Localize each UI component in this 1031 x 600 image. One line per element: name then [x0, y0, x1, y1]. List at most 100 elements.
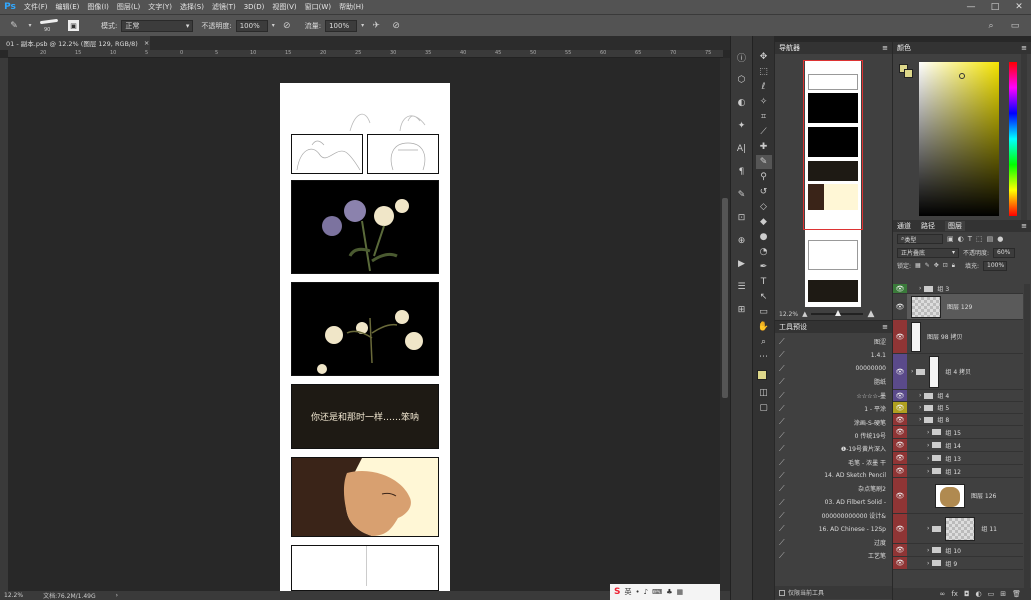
- zoom-in-icon[interactable]: ▲: [867, 309, 874, 319]
- color-title[interactable]: 颜色: [897, 43, 911, 53]
- chevron-right-icon[interactable]: ›: [919, 285, 921, 292]
- navigator-preview[interactable]: [803, 60, 863, 307]
- adjustment-layer-icon[interactable]: ◐: [976, 590, 982, 598]
- eyedropper-icon[interactable]: ⟋: [756, 125, 772, 139]
- dodge-tool-icon[interactable]: ◔: [756, 245, 772, 259]
- document-tab[interactable]: 01 - 副本.psb @ 12.2% (图层 129, RGB/8) ×: [0, 36, 150, 50]
- preset-item[interactable]: ⟋ 1 - 平涂: [775, 402, 892, 415]
- menu-help[interactable]: 帮助(H): [335, 2, 368, 12]
- screen-mode-icon[interactable]: ▢: [756, 401, 772, 415]
- hand-tool-icon[interactable]: ✋: [756, 320, 772, 334]
- preset-item[interactable]: ⟋ 毛笔 - 浓墨 干: [775, 456, 892, 469]
- layer-group-row[interactable]: 👁︎ › 组 15: [893, 426, 1023, 439]
- adjustments-icon[interactable]: ◐: [734, 96, 750, 110]
- layer-filter-select[interactable]: ⌕ 类型: [897, 234, 943, 244]
- comic-document[interactable]: 你还是和那时一样……笨呐: [280, 83, 450, 591]
- lock-all-icon[interactable]: 🔒︎: [952, 262, 955, 270]
- move-tool-icon[interactable]: ✥: [756, 50, 772, 64]
- layer-row[interactable]: 👁︎ 图层 98 拷贝: [893, 320, 1023, 354]
- eraser-icon[interactable]: ◇: [756, 200, 772, 214]
- hue-slider[interactable]: [1009, 62, 1017, 216]
- info-icon[interactable]: ⓘ: [734, 50, 750, 64]
- zoom-level[interactable]: 12.2%: [4, 592, 23, 599]
- preset-item[interactable]: ⟋ 杂点笔刷2: [775, 482, 892, 495]
- actions-icon[interactable]: ▶: [734, 257, 750, 271]
- more-tools-icon[interactable]: ⋯: [756, 350, 772, 364]
- layer-list-scrollbar[interactable]: [1024, 284, 1030, 588]
- lock-paint-icon[interactable]: ✎: [925, 262, 930, 269]
- type-tool-icon[interactable]: T: [756, 275, 772, 289]
- panel-menu-icon[interactable]: ≡: [1021, 222, 1027, 230]
- panel-menu-icon[interactable]: ≡: [882, 323, 888, 331]
- filter-shape-icon[interactable]: ⬚: [976, 235, 983, 243]
- chevron-right-icon[interactable]: ›: [919, 416, 921, 423]
- chevron-right-icon[interactable]: ›: [927, 455, 929, 462]
- layer-opacity-input[interactable]: 60%: [993, 247, 1016, 258]
- lasso-tool-icon[interactable]: ℓ: [756, 80, 772, 94]
- chevron-right-icon[interactable]: ›: [927, 525, 929, 532]
- preset-item[interactable]: ⟋ 过度: [775, 536, 892, 549]
- character-icon[interactable]: A|: [734, 142, 750, 156]
- color-field[interactable]: [919, 62, 999, 216]
- chevron-right-icon[interactable]: ›: [927, 547, 929, 554]
- preset-item[interactable]: ⟋ 0 传统19号: [775, 429, 892, 442]
- panel-menu-icon[interactable]: ≡: [1021, 44, 1027, 52]
- menu-select[interactable]: 选择(S): [176, 2, 208, 12]
- zoom-tool-icon[interactable]: ⌕: [756, 335, 772, 349]
- color-swatches[interactable]: [756, 369, 772, 385]
- preset-item[interactable]: ⟋ 1.4.1: [775, 348, 892, 361]
- paragraph-icon[interactable]: ¶: [734, 165, 750, 179]
- chevron-down-icon[interactable]: ▾: [272, 22, 275, 29]
- history-brush-icon[interactable]: ↺: [756, 185, 772, 199]
- brush-tool-icon[interactable]: ✎: [6, 19, 22, 33]
- layer-group-row[interactable]: 👁︎ › 组 5: [893, 402, 1023, 414]
- maximize-button[interactable]: □: [983, 0, 1007, 14]
- 3d-cube-icon[interactable]: ⬡: [734, 73, 750, 87]
- preset-item[interactable]: ⟋ 00000000: [775, 362, 892, 375]
- layer-group-row[interactable]: 👁︎ › 组 3: [893, 284, 1023, 294]
- color-picker-cursor[interactable]: [959, 73, 965, 79]
- nav-zoom-value[interactable]: 12.2%: [779, 311, 798, 318]
- visibility-eye-icon[interactable]: 👁︎: [893, 354, 907, 389]
- visibility-eye-icon[interactable]: 👁︎: [893, 465, 907, 477]
- clone-stamp-icon[interactable]: ⚲: [756, 170, 772, 184]
- visibility-eye-icon[interactable]: 👁︎: [893, 284, 907, 293]
- close-tab-icon[interactable]: ×: [144, 39, 149, 47]
- layer-group-row[interactable]: 👁︎ › 组 12: [893, 465, 1023, 478]
- chevron-right-icon[interactable]: ›: [927, 429, 929, 436]
- preset-item[interactable]: ⟋ 14. AD Sketch Pencil: [775, 469, 892, 482]
- crop-tool-icon[interactable]: ⌗: [756, 110, 772, 124]
- fx-icon[interactable]: fx: [951, 590, 958, 598]
- expand-icon[interactable]: ›: [116, 592, 118, 599]
- layer-group-row[interactable]: 👁︎ › 组 4: [893, 390, 1023, 402]
- visibility-eye-icon[interactable]: 👁︎: [893, 452, 907, 464]
- foreground-color[interactable]: [756, 370, 767, 380]
- brush-preset-picker[interactable]: 90: [38, 17, 64, 35]
- marquee-tool-icon[interactable]: ⬚: [756, 65, 772, 79]
- minimize-button[interactable]: —: [959, 0, 983, 14]
- menu-edit[interactable]: 编辑(E): [52, 2, 84, 12]
- layer-group-row[interactable]: 👁︎ › 组 8: [893, 414, 1023, 426]
- healing-brush-icon[interactable]: ✚: [756, 140, 772, 154]
- flow-input[interactable]: 100%: [325, 19, 358, 32]
- filter-adjust-icon[interactable]: ◐: [958, 235, 964, 243]
- menu-type[interactable]: 文字(Y): [144, 2, 176, 12]
- layer-row[interactable]: 👁︎ 图层 126: [893, 478, 1023, 514]
- blur-tool-icon[interactable]: ●: [756, 230, 772, 244]
- workspace-icon[interactable]: ▭: [1007, 19, 1023, 33]
- layer-row[interactable]: 👁︎ 图层 129: [893, 294, 1023, 320]
- delete-layer-icon[interactable]: 🗑︎: [1012, 590, 1021, 598]
- keyboard-icon[interactable]: ⌨: [652, 588, 662, 596]
- search-icon[interactable]: ⌕: [983, 19, 999, 33]
- magic-wand-icon[interactable]: ✧: [756, 95, 772, 109]
- fill-input[interactable]: 100%: [983, 260, 1008, 271]
- filter-type-icon[interactable]: T: [968, 235, 972, 243]
- zoom-slider-handle[interactable]: [835, 310, 842, 316]
- preset-item[interactable]: ⟋ 03. AD Filbert Solid -: [775, 496, 892, 509]
- pressure-opacity-icon[interactable]: ⊘: [279, 19, 295, 33]
- lock-pixels-icon[interactable]: ▦: [915, 262, 921, 269]
- scroll-thumb[interactable]: [722, 198, 728, 398]
- pressure-size-icon[interactable]: ⊘: [388, 19, 404, 33]
- presets-title[interactable]: 工具预设: [779, 322, 807, 332]
- color-panel-scrollbar[interactable]: [1021, 54, 1027, 220]
